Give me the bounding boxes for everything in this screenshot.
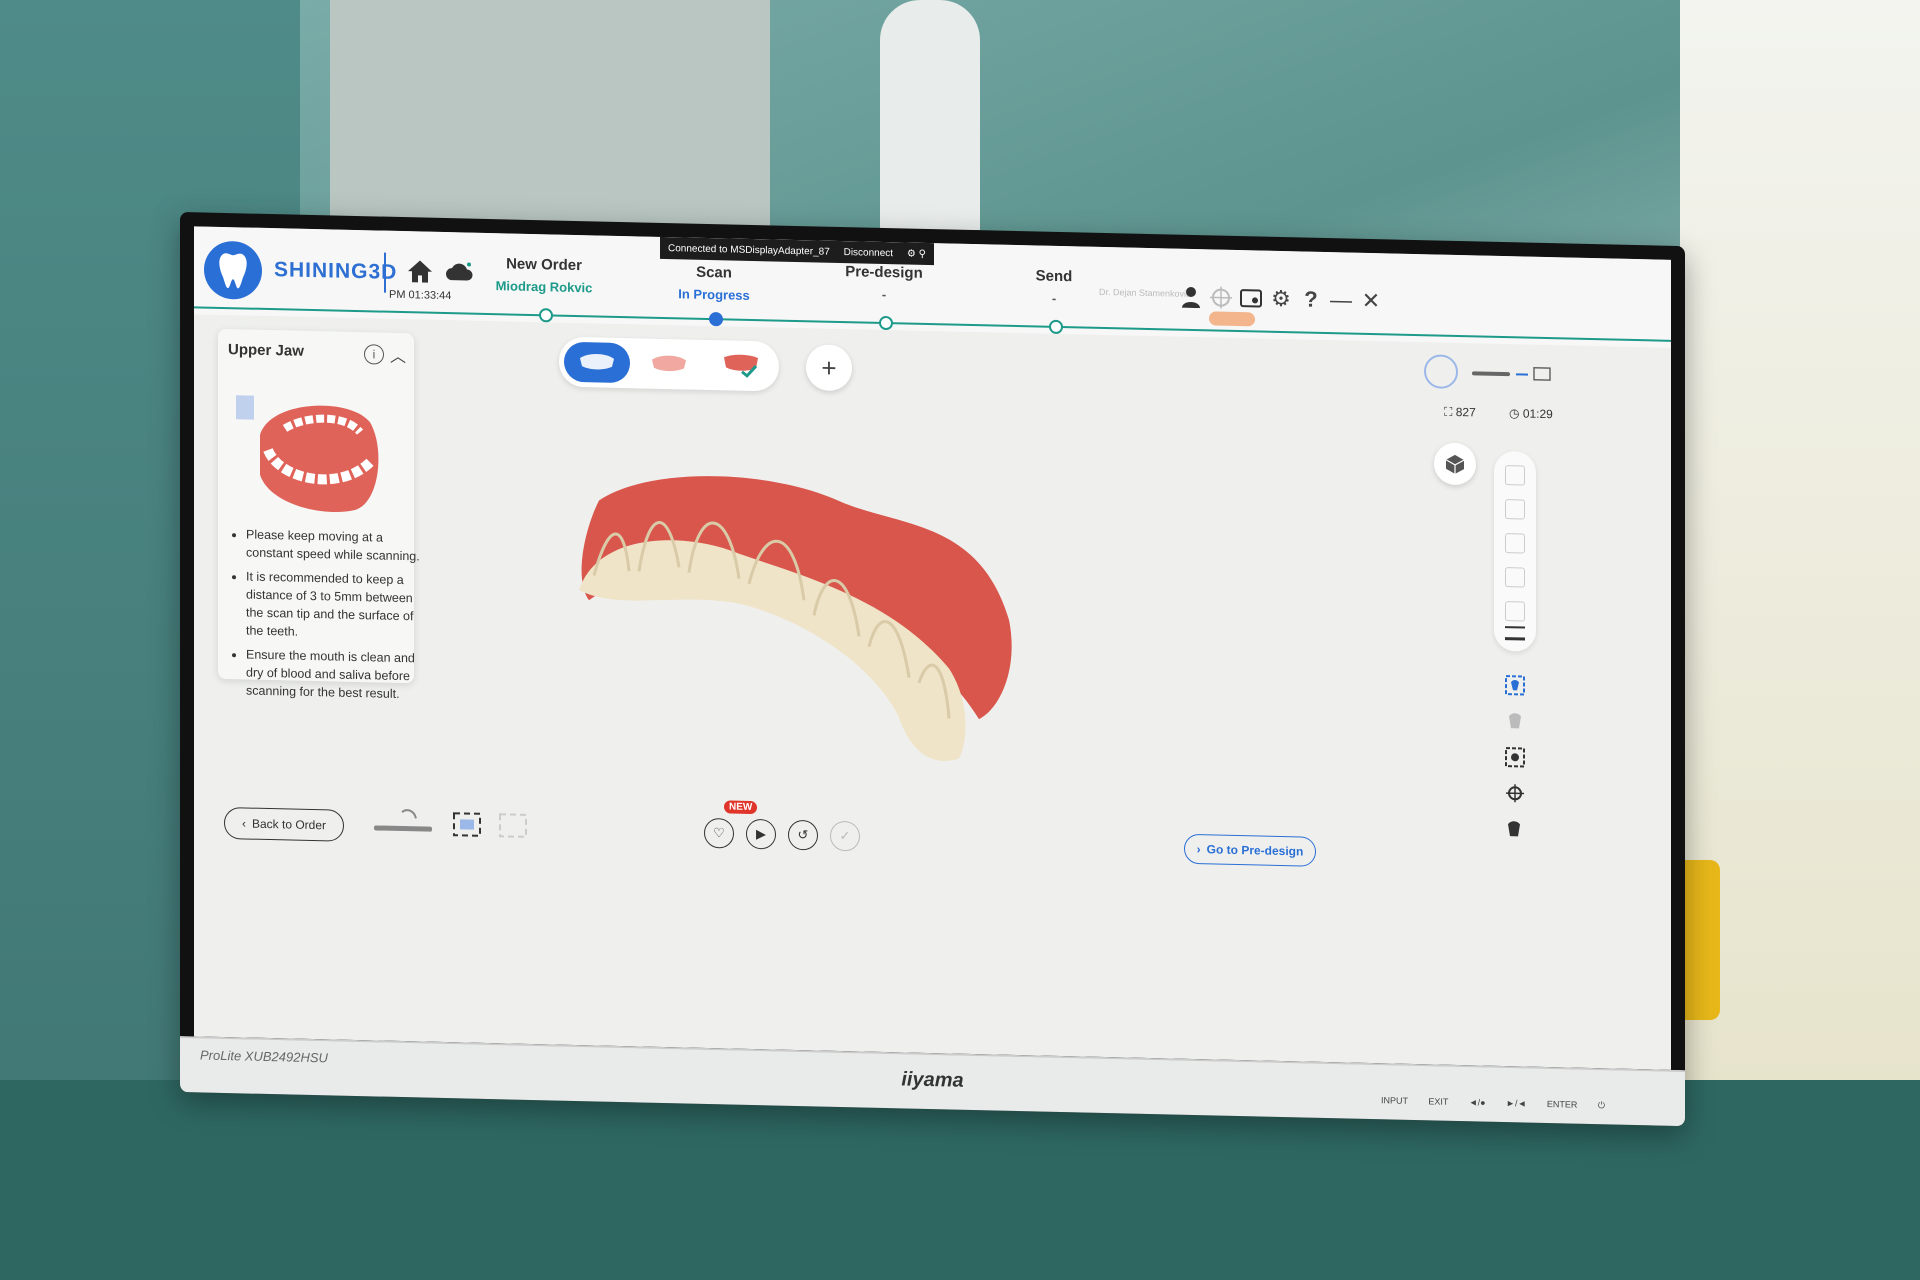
step-title: Scan (696, 263, 732, 282)
step-new-order[interactable]: New Order Miodrag Rokvic (464, 254, 624, 296)
background-dental-arm (880, 0, 980, 230)
chevron-up-icon[interactable]: ︿ (390, 343, 406, 367)
scanner-tip-icon[interactable] (374, 809, 432, 832)
tooth-edit-icon[interactable] (1504, 818, 1526, 840)
lock-icon[interactable] (1505, 601, 1525, 622)
step-dot-scan (709, 312, 723, 327)
user-icon[interactable] (1179, 285, 1203, 310)
add-scan-button[interactable]: + (806, 344, 852, 392)
scanner-device-icon (1472, 366, 1551, 381)
brand-name: SHINING3D (274, 258, 398, 284)
settings-gear-icon[interactable]: ⚙ (1269, 286, 1293, 312)
view-cube-button[interactable] (1434, 442, 1476, 486)
scan-guide-panel: Upper Jaw i ︿ Please keep moving at a co… (218, 328, 420, 701)
pin-icon[interactable]: ⚙ ⚲ (907, 248, 926, 259)
step-dot-new-order (539, 308, 553, 323)
step-status: In Progress (678, 286, 750, 303)
tooth-logo-icon (204, 240, 262, 300)
edit-tools (1494, 674, 1536, 837)
tooth-brush-icon[interactable] (1504, 710, 1526, 732)
step-dot-send (1049, 319, 1063, 335)
close-icon[interactable]: ✕ (1359, 288, 1383, 314)
cube-icon (1445, 454, 1465, 474)
step-title: Pre-design (845, 263, 923, 282)
go-to-pre-design-button[interactable]: › Go to Pre-design (1184, 833, 1316, 867)
info-icon[interactable]: i (364, 344, 384, 365)
panel-title: Upper Jaw (228, 341, 304, 360)
locate-icon[interactable] (1504, 782, 1526, 804)
ai-scan-icon[interactable]: ♡ (704, 817, 734, 849)
step-title: Send (1035, 267, 1073, 286)
monitor-model-label: ProLite XUB2492HSU (200, 1047, 328, 1066)
tip-item: It is recommended to keep a distance of … (246, 567, 426, 643)
home-icon[interactable] (406, 257, 434, 286)
chevron-right-icon: › (1196, 842, 1201, 857)
new-badge: NEW (724, 800, 758, 815)
disconnect-button[interactable]: Disconnect (844, 247, 893, 259)
hd-icon[interactable] (1505, 533, 1525, 554)
elapsed-time: ◷ 01:29 (1509, 406, 1553, 422)
background-shelf (330, 0, 770, 230)
scan-area-icon[interactable] (453, 812, 481, 837)
bite-check-icon (724, 354, 758, 378)
crop-tooth-icon[interactable] (1504, 746, 1526, 768)
back-to-order-button[interactable]: ‹ Back to Order (224, 806, 344, 842)
calibration-icon[interactable] (1209, 285, 1233, 310)
bottom-tool-icons (374, 809, 527, 838)
elapsed-time-value: 01:29 (1522, 406, 1553, 422)
frame-count: ⛶ 827 (1444, 404, 1476, 420)
tip-item: Please keep moving at a constant speed w… (246, 525, 426, 565)
tip-item: Ensure the mouth is clean and dry of blo… (246, 645, 426, 703)
user-name: Dr. Dejan Stamenkovic (1099, 286, 1191, 299)
scan-mode-toggle (559, 336, 779, 392)
monitor: SHINING3D PM 01:33:44 Connected to MSDis… (180, 212, 1685, 1127)
upper-jaw-mode-button[interactable] (564, 341, 630, 384)
connection-bar: Connected to MSDisplayAdapter_87 Disconn… (660, 236, 934, 266)
step-scan[interactable]: Scan In Progress (634, 262, 794, 304)
lower-jaw-mode-button[interactable] (636, 343, 702, 384)
screenshot-icon[interactable] (1239, 286, 1263, 311)
scan-area-disabled-icon[interactable] (499, 813, 527, 838)
frame-count-value: 827 (1455, 404, 1476, 420)
chevron-left-icon: ‹ (241, 816, 246, 831)
calibration-badge (1209, 311, 1255, 327)
lower-jaw-icon (652, 355, 686, 372)
upper-jaw-illustration (236, 395, 379, 513)
help-icon[interactable]: ? (1299, 287, 1323, 312)
brand-separator (384, 252, 386, 293)
scanned-teeth-model[interactable] (569, 460, 1029, 770)
go-to-pre-design-label: Go to Pre-design (1206, 842, 1304, 859)
step-status: - (881, 286, 887, 303)
grid-icon[interactable] (1505, 499, 1525, 520)
bite-mode-button[interactable] (708, 345, 774, 386)
step-pre-design[interactable]: Pre-design - (804, 262, 964, 304)
scan-controls: ♡ NEW ▶ ↺ ✓ (704, 800, 864, 856)
step-patient-name: Miodrag Rokvic (495, 278, 593, 296)
progress-line (194, 306, 1671, 342)
step-dot-pre-design (879, 315, 893, 331)
app-header: SHINING3D PM 01:33:44 Connected to MSDis… (194, 226, 1671, 348)
back-to-order-label: Back to Order (251, 816, 327, 833)
select-tooth-icon[interactable] (1504, 674, 1526, 696)
scanner-status-ring[interactable] (1424, 354, 1458, 390)
upper-jaw-icon (580, 353, 614, 370)
play-icon[interactable]: ▶ (746, 818, 776, 850)
minimize-icon[interactable]: — (1329, 287, 1353, 313)
texture-icon[interactable] (1505, 465, 1525, 486)
clock-time: PM 01:33:44 (389, 288, 452, 303)
view-toolbar (1494, 450, 1536, 652)
monitor-control-labels: INPUT EXIT ◄/● ►/◄ ENTER ⏻ (1381, 1095, 1605, 1111)
connection-text: Connected to MSDisplayAdapter_87 (668, 242, 830, 258)
layer-icon[interactable] (1505, 567, 1525, 588)
monitor-brand-logo: iiyama (901, 1068, 964, 1092)
confirm-check-icon[interactable]: ✓ (830, 820, 860, 852)
undo-icon[interactable]: ↺ (788, 819, 818, 851)
scan-tips-list: Please keep moving at a constant speed w… (228, 525, 426, 709)
step-title: New Order (506, 255, 582, 275)
app-screen: SHINING3D PM 01:33:44 Connected to MSDis… (194, 226, 1671, 1070)
jaw-view-icon[interactable] (1505, 626, 1525, 641)
